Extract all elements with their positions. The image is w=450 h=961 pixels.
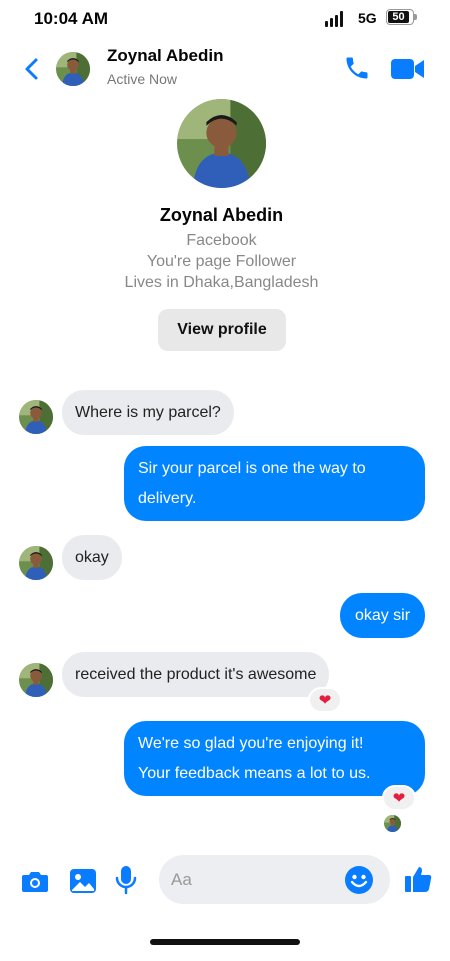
incoming-message[interactable]: Where is my parcel? <box>62 390 234 435</box>
video-camera-icon[interactable] <box>390 56 426 82</box>
profile-avatar[interactable] <box>177 99 266 188</box>
like-thumb-icon[interactable] <box>403 864 433 894</box>
read-receipt-avatar <box>384 815 401 832</box>
heart-reaction[interactable]: ❤ <box>382 785 416 811</box>
battery-level: 50 <box>388 11 409 23</box>
back-arrow-icon[interactable] <box>20 55 44 83</box>
status-time: 10:04 AM <box>34 9 109 28</box>
outgoing-message[interactable]: okay sir <box>340 593 425 638</box>
network-type: 5G <box>358 10 377 26</box>
sender-avatar <box>19 400 53 434</box>
incoming-message[interactable]: okay <box>62 535 122 580</box>
contact-name[interactable]: Zoynal Abedin <box>107 46 224 66</box>
view-profile-button[interactable]: View profile <box>158 309 286 351</box>
profile-name: Zoynal Abedin <box>159 205 284 225</box>
message-line: We're so glad you're enjoying it! <box>138 734 364 752</box>
sender-avatar <box>19 663 53 697</box>
message-line: Your feedback means a lot to us. <box>138 764 371 782</box>
active-status: Active Now <box>107 71 178 87</box>
message-line: delivery. <box>138 489 197 507</box>
message-composer[interactable] <box>159 855 390 904</box>
emoji-icon[interactable] <box>344 865 374 895</box>
profile-source: Facebook <box>186 232 257 249</box>
incoming-message[interactable]: received the product it's awesome <box>62 652 330 697</box>
microphone-icon[interactable] <box>113 864 139 896</box>
heart-reaction[interactable]: ❤ <box>308 687 342 713</box>
message-input[interactable] <box>171 855 341 904</box>
signal-icon <box>325 11 343 27</box>
camera-icon[interactable] <box>21 868 49 894</box>
home-indicator <box>150 939 300 945</box>
battery-icon: 50 <box>386 9 417 25</box>
gallery-icon[interactable] <box>68 866 98 896</box>
outgoing-message[interactable]: We're so glad you're enjoying it! Your f… <box>124 721 425 796</box>
sender-avatar <box>19 546 53 580</box>
phone-icon[interactable] <box>343 54 371 82</box>
header-avatar[interactable] <box>56 52 90 86</box>
outgoing-message[interactable]: Sir your parcel is one the way to delive… <box>124 446 425 521</box>
profile-location: Lives in Dhaka,Bangladesh <box>124 274 319 291</box>
profile-follower: You're page Follower <box>146 253 297 270</box>
message-line: Sir your parcel is one the way to <box>138 459 366 477</box>
